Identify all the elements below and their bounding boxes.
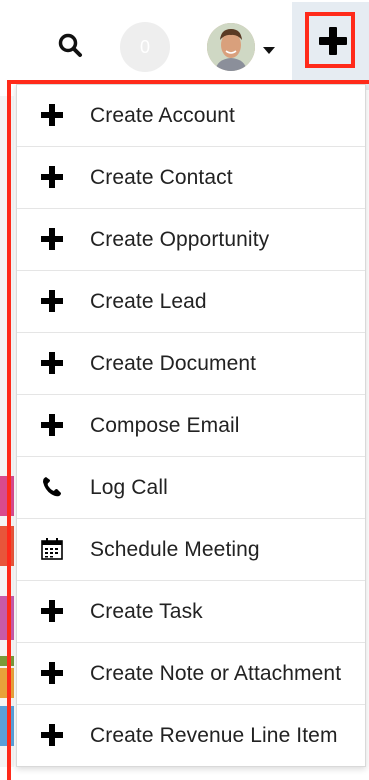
- search-icon[interactable]: [55, 30, 87, 62]
- highlight-outline-menu: [7, 80, 369, 780]
- user-avatar[interactable]: [207, 23, 255, 71]
- highlight-outline-button: [305, 12, 355, 68]
- notification-count-badge[interactable]: 0: [120, 22, 170, 72]
- chevron-down-icon[interactable]: [262, 42, 276, 54]
